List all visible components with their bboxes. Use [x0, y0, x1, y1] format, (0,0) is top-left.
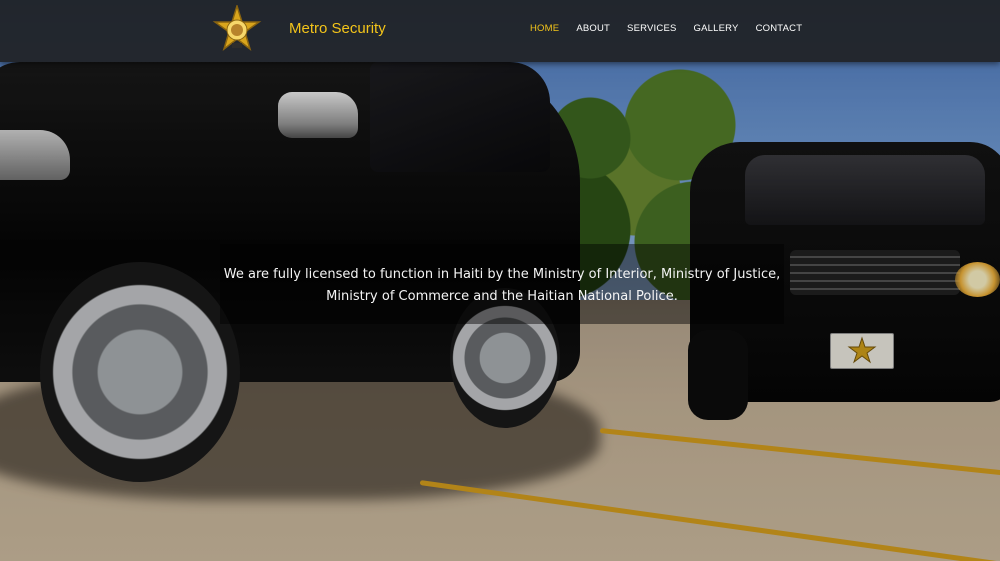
nav-gallery[interactable]: GALLERY: [694, 23, 739, 34]
nav-home[interactable]: HOME: [530, 23, 559, 34]
page: Metro Security HOME ABOUT SERVICES GALLE…: [0, 0, 1000, 561]
sheriff-star-badge-icon: [212, 3, 262, 52]
nav-contact[interactable]: CONTACT: [756, 23, 803, 34]
hero-caption-text: We are fully licensed to function in Hai…: [220, 264, 784, 308]
nav-about[interactable]: ABOUT: [576, 23, 610, 34]
nav-services[interactable]: SERVICES: [627, 23, 676, 34]
site-header: Metro Security HOME ABOUT SERVICES GALLE…: [0, 0, 1000, 62]
brand-name-link[interactable]: Metro Security: [289, 20, 386, 37]
caption-line-2: Ministry of Commerce and the Haitian Nat…: [326, 289, 678, 304]
main-nav: HOME ABOUT SERVICES GALLERY CONTACT: [530, 23, 819, 34]
caption-line-1: We are fully licensed to function in Hai…: [223, 267, 781, 282]
hero-caption: We are fully licensed to function in Hai…: [220, 244, 784, 324]
logo-link[interactable]: [212, 3, 262, 55]
